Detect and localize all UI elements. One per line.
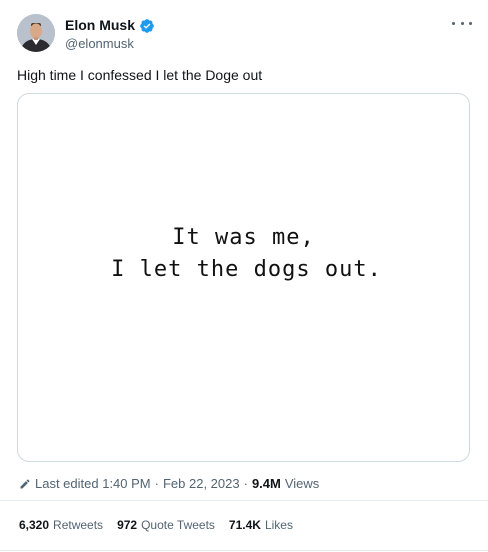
handle[interactable]: @elonmusk <box>65 35 155 52</box>
media-text-line-2: I let the dogs out. <box>111 257 382 282</box>
author-block: Elon Musk @elonmusk <box>65 17 155 52</box>
media-text-line-1: It was me, <box>172 225 315 250</box>
pencil-icon <box>19 478 31 490</box>
engagement-stats: 6,320 Retweets 972 Quote Tweets 71.4K Li… <box>19 518 307 533</box>
verified-badge-icon <box>139 18 155 34</box>
retweets-label: Retweets <box>53 518 104 532</box>
likes-stat[interactable]: 71.4K Likes <box>229 518 293 533</box>
tweet-meta: Last edited 1:40 PM · Feb 22, 2023 · 9.4… <box>19 476 319 492</box>
views-label: Views <box>284 476 320 491</box>
meta-separator: · <box>243 476 248 491</box>
likes-count: 71.4K <box>228 518 261 532</box>
avatar[interactable] <box>17 14 55 52</box>
more-options-icon[interactable] <box>452 16 472 30</box>
tweet-date[interactable]: Feb 22, 2023 <box>163 476 240 492</box>
edited-time-link[interactable]: Last edited 1:40 PM <box>35 476 151 492</box>
name-row: Elon Musk <box>65 17 155 34</box>
tweet: Elon Musk @elonmusk High time I confesse… <box>0 0 488 552</box>
views-count: 9.4M <box>251 476 281 491</box>
divider <box>0 500 488 501</box>
quote-tweets-label: Quote Tweets <box>141 518 215 532</box>
tweet-text: High time I confessed I let the Doge out <box>17 67 263 83</box>
tweet-media-image[interactable]: It was me, I let the dogs out. <box>17 93 470 462</box>
quote-tweets-stat[interactable]: 972 Quote Tweets <box>117 518 215 533</box>
meta-separator: · <box>154 476 159 491</box>
avatar-image <box>17 14 55 52</box>
retweets-count: 6,320 <box>19 518 50 532</box>
retweets-stat[interactable]: 6,320 Retweets <box>19 518 103 533</box>
likes-label: Likes <box>264 518 293 532</box>
display-name[interactable]: Elon Musk <box>65 17 135 34</box>
quote-tweets-count: 972 <box>117 518 138 532</box>
divider <box>0 550 488 551</box>
